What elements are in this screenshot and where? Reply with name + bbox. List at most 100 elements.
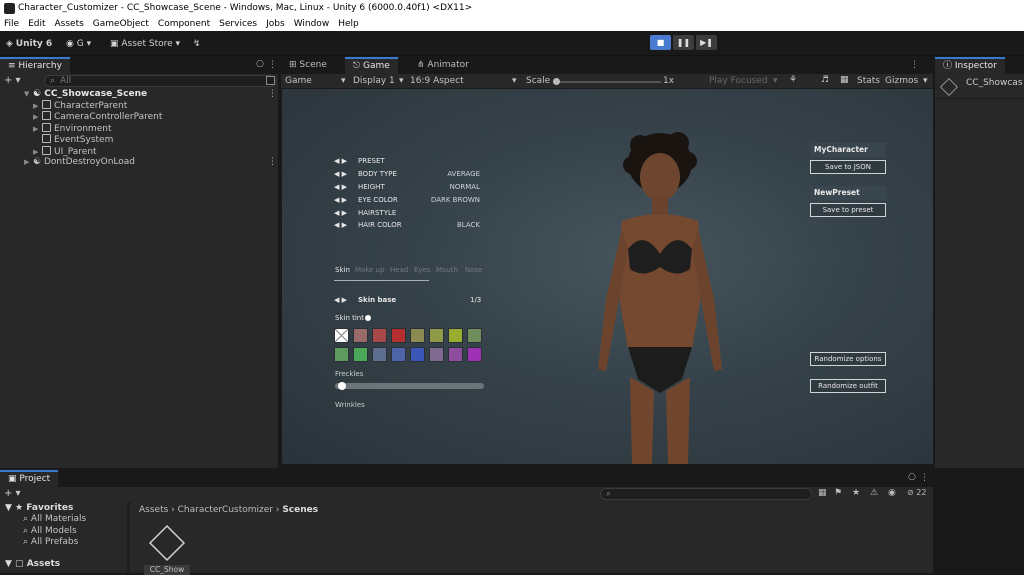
stats-button[interactable]: Stats bbox=[857, 76, 880, 86]
aspect-dropdown[interactable]: 16:9 Aspect ▾ bbox=[410, 76, 522, 86]
freckles-slider-handle[interactable] bbox=[337, 382, 346, 390]
favorites-header[interactable]: ▼ ★ Favorites bbox=[5, 503, 73, 513]
randomize-outfit-button[interactable]: Randomize outfit bbox=[810, 379, 886, 393]
hierarchy-item-characterparent[interactable]: ▶ CharacterParent bbox=[33, 100, 127, 111]
unity-version-button[interactable]: ◈ Unity 6 bbox=[6, 37, 52, 51]
breadcrumb-assets[interactable]: Assets bbox=[139, 505, 168, 515]
hierarchy-item-environment[interactable]: ▶ Environment bbox=[33, 123, 111, 134]
game-view[interactable]: ◀ ▶ PRESET ◀ ▶ BODY TYPE AVERAGE ◀ ▶ HEI… bbox=[282, 89, 933, 464]
option-arrows-preset[interactable]: ◀ ▶ bbox=[334, 157, 347, 165]
display-dropdown[interactable]: Display 1 ▾ bbox=[353, 76, 407, 86]
skin-swatch[interactable] bbox=[391, 328, 406, 343]
warning-icon[interactable]: ⚠ bbox=[870, 488, 878, 498]
dontdestroy-row[interactable]: ▶ ☯ DontDestroyOnLoad bbox=[24, 157, 135, 168]
tab-scene[interactable]: ⊞ Scene bbox=[281, 57, 335, 74]
tab-project[interactable]: ▣ Project bbox=[0, 470, 59, 487]
save-to-preset-button[interactable]: Save to preset bbox=[810, 203, 886, 217]
add-object-button[interactable]: + ▾ bbox=[4, 75, 21, 86]
search-by-label-icon[interactable]: ⚑ bbox=[834, 488, 842, 498]
category-tab-mouth[interactable]: Mouth bbox=[436, 266, 458, 274]
option-arrows-eye-color[interactable]: ◀ ▶ bbox=[334, 196, 347, 204]
chevron-down-icon[interactable]: ▾ bbox=[923, 76, 928, 86]
more-options-icon[interactable]: ⋮ bbox=[920, 473, 929, 483]
visibility-icon[interactable]: ◉ bbox=[888, 488, 896, 498]
more-options-icon[interactable]: ⋮ bbox=[910, 60, 919, 70]
option-arrows-body-type[interactable]: ◀ ▶ bbox=[334, 170, 347, 178]
skin-swatch[interactable] bbox=[410, 328, 425, 343]
breadcrumb-charactercustomizer[interactable]: CharacterCustomizer bbox=[178, 505, 273, 515]
skin-swatch[interactable] bbox=[448, 347, 463, 362]
tab-hierarchy[interactable]: ≡ Hierarchy bbox=[0, 57, 70, 74]
collapse-arrow-icon[interactable]: ▶ bbox=[33, 112, 42, 123]
scene-menu-icon[interactable]: ⋮ bbox=[268, 89, 277, 99]
menu-component[interactable]: Component bbox=[158, 19, 210, 29]
collapse-arrow-icon[interactable]: ▶ bbox=[24, 157, 33, 168]
menu-file[interactable]: File bbox=[4, 19, 19, 29]
stop-button[interactable]: ■ bbox=[650, 35, 671, 50]
project-search-input[interactable]: ⌕ bbox=[600, 488, 812, 500]
audio-icon[interactable]: ♬ bbox=[821, 75, 829, 85]
menu-assets[interactable]: Assets bbox=[55, 19, 84, 29]
tab-animator[interactable]: ⋔ Animator bbox=[409, 57, 477, 74]
assets-header[interactable]: ▼ ▢ Assets bbox=[5, 559, 60, 569]
hierarchy-item-ui-parent[interactable]: ▶ UI_Parent bbox=[33, 146, 97, 157]
expand-arrow-icon[interactable]: ▼ bbox=[24, 89, 33, 100]
fav-item-models[interactable]: ⌕ All Models bbox=[23, 526, 77, 536]
option-arrows-hair-color[interactable]: ◀ ▶ bbox=[334, 221, 347, 229]
category-tab-head[interactable]: Head bbox=[390, 266, 408, 274]
hierarchy-item-cameracontrollerparent[interactable]: ▶ CameraControllerParent bbox=[33, 111, 162, 122]
option-arrows-height[interactable]: ◀ ▶ bbox=[334, 183, 347, 191]
menu-window[interactable]: Window bbox=[294, 19, 330, 29]
skin-swatch[interactable] bbox=[467, 347, 482, 362]
skin-swatch[interactable] bbox=[353, 328, 368, 343]
favorite-icon[interactable]: ★ bbox=[852, 488, 860, 498]
skin-swatch-selected[interactable] bbox=[334, 328, 349, 343]
skin-swatch[interactable] bbox=[410, 347, 425, 362]
option-arrows-hairstyle[interactable]: ◀ ▶ bbox=[334, 209, 347, 217]
asset-store-button[interactable]: ▣ Asset Store ▾ bbox=[110, 37, 180, 51]
skin-swatch[interactable] bbox=[448, 328, 463, 343]
lock-icon[interactable]: ⎔ bbox=[256, 60, 264, 70]
skin-swatch[interactable] bbox=[467, 328, 482, 343]
dontdestroy-menu-icon[interactable]: ⋮ bbox=[268, 157, 277, 167]
skin-swatch[interactable] bbox=[429, 328, 444, 343]
breadcrumb-scenes[interactable]: Scenes bbox=[282, 505, 318, 515]
skin-swatch[interactable] bbox=[429, 347, 444, 362]
account-button[interactable]: ◉ G ▾ bbox=[66, 37, 91, 51]
scene-asset-label[interactable]: CC_Show bbox=[144, 565, 190, 575]
pause-button[interactable]: ❚❚ bbox=[673, 35, 694, 50]
preset-name-field[interactable]: NewPreset bbox=[810, 186, 886, 200]
save-to-json-button[interactable]: Save to JSON bbox=[810, 160, 886, 174]
category-tab-makeup[interactable]: Make up bbox=[355, 266, 385, 274]
bug-icon[interactable]: ⚘ bbox=[789, 75, 797, 85]
character-name-field[interactable]: MyCharacter bbox=[810, 143, 886, 157]
randomize-options-button[interactable]: Randomize options bbox=[810, 352, 886, 366]
menu-services[interactable]: Services bbox=[219, 19, 257, 29]
skin-base-arrows[interactable]: ◀ ▶ bbox=[334, 296, 347, 304]
menu-help[interactable]: Help bbox=[338, 19, 359, 29]
tab-game[interactable]: ⎋ Game bbox=[345, 57, 398, 74]
category-tab-eyes[interactable]: Eyes bbox=[414, 266, 431, 274]
game-mode-dropdown[interactable]: Game ▾ bbox=[285, 76, 347, 86]
hierarchy-item-eventsystem[interactable]: EventSystem bbox=[33, 134, 113, 145]
skin-swatch[interactable] bbox=[391, 347, 406, 362]
play-focused-dropdown[interactable]: Play Focused ▾ bbox=[709, 76, 778, 86]
skin-swatch[interactable] bbox=[372, 328, 387, 343]
fav-item-prefabs[interactable]: ⌕ All Prefabs bbox=[23, 537, 78, 547]
step-button[interactable]: ▶❚ bbox=[696, 35, 717, 50]
menu-gameobject[interactable]: GameObject bbox=[93, 19, 149, 29]
search-by-type-icon[interactable]: ▦ bbox=[818, 488, 827, 498]
menu-edit[interactable]: Edit bbox=[28, 19, 45, 29]
tab-inspector[interactable]: ⓘ Inspector bbox=[935, 57, 1005, 74]
freckles-slider[interactable] bbox=[335, 382, 484, 390]
category-tab-skin[interactable]: Skin bbox=[335, 266, 350, 274]
more-options-icon[interactable]: ⋮ bbox=[268, 60, 277, 70]
lock-icon[interactable]: ⎔ bbox=[908, 473, 916, 483]
category-tab-nose[interactable]: Nose bbox=[465, 266, 482, 274]
fav-item-materials[interactable]: ⌕ All Materials bbox=[23, 514, 86, 524]
filter-icon[interactable] bbox=[266, 76, 275, 85]
scene-row[interactable]: ▼ ☯ CC_Showcase_Scene bbox=[24, 89, 147, 100]
skin-swatch[interactable] bbox=[334, 347, 349, 362]
create-asset-button[interactable]: + ▾ bbox=[4, 488, 21, 499]
skin-swatch[interactable] bbox=[353, 347, 368, 362]
